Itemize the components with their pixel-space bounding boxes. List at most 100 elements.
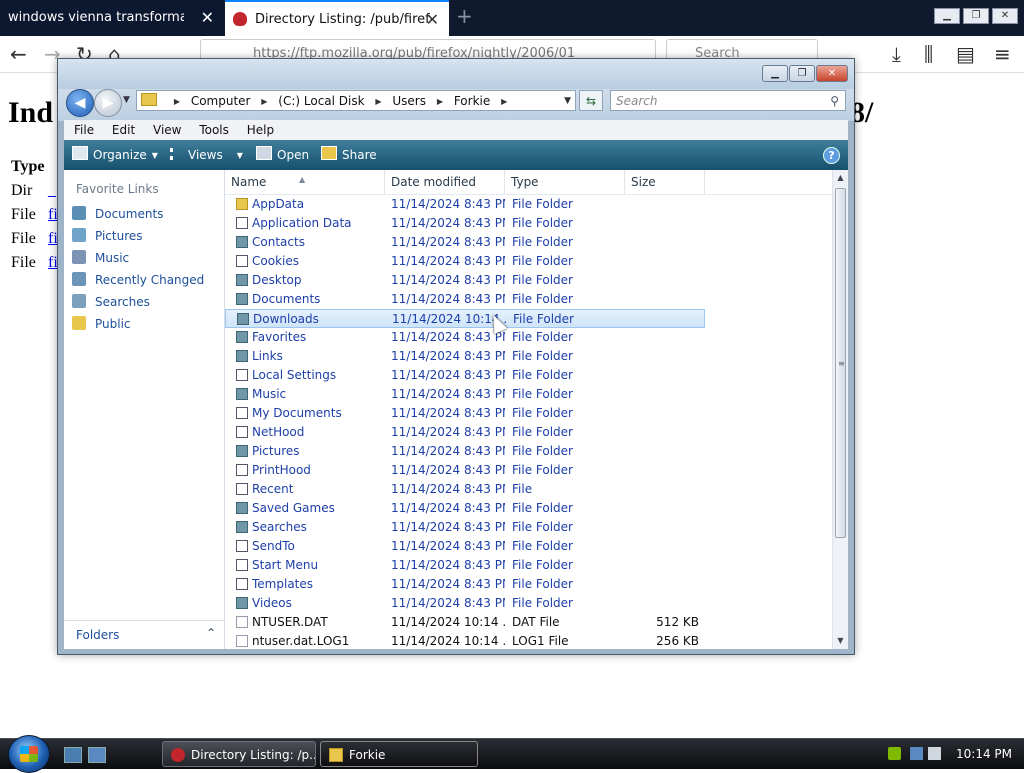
chevron-right-icon[interactable]: ▶ — [261, 91, 267, 110]
close-icon[interactable]: ✕ — [426, 2, 439, 36]
file-row[interactable]: NTUSER.DAT 11/14/2024 10:14 ... DAT File 51… — [225, 613, 833, 632]
menu-tools[interactable]: Tools — [199, 123, 229, 137]
security-icon[interactable] — [888, 747, 901, 760]
menu-view[interactable]: View — [153, 123, 181, 137]
file-row[interactable]: Contacts 11/14/2024 8:43 PM File Folder — [225, 233, 833, 252]
close-icon[interactable]: ✕ — [201, 0, 214, 36]
scroll-down-icon[interactable]: ▼ — [833, 633, 848, 649]
minimize-button[interactable]: ▁ — [762, 65, 788, 82]
file-row[interactable]: Recent 11/14/2024 8:43 PM File — [225, 480, 833, 499]
column-header-type[interactable]: Type — [505, 170, 625, 194]
file-row[interactable]: NetHood 11/14/2024 8:43 PM File Folder — [225, 423, 833, 442]
forward-button[interactable]: ▶ — [94, 89, 122, 117]
hamburger-menu-icon[interactable]: ≡ — [994, 42, 1011, 66]
maximize-button[interactable]: ❐ — [789, 65, 815, 82]
file-row[interactable]: Cookies 11/14/2024 8:43 PM File Folder — [225, 252, 833, 271]
file-date-modified: 11/14/2024 8:43 PM — [391, 349, 505, 363]
nav-item-public[interactable]: Public — [72, 314, 131, 334]
file-row[interactable]: Start Menu 11/14/2024 8:43 PM File Folder — [225, 556, 833, 575]
file-row[interactable]: Templates 11/14/2024 8:43 PM File Folder — [225, 575, 833, 594]
share-button[interactable]: Share — [321, 140, 377, 170]
file-row[interactable]: Downloads 11/14/2024 10:14 ... File Folder — [225, 309, 705, 328]
browser-tab-2[interactable]: Directory Listing: /pub/firefox/nig ✕ — [225, 0, 449, 36]
breadcrumb-users[interactable]: Users — [392, 94, 426, 108]
menu-file[interactable]: File — [74, 123, 94, 137]
chevron-right-icon[interactable]: ▶ — [501, 91, 507, 110]
show-desktop-icon[interactable] — [64, 747, 82, 763]
column-header-name[interactable]: Name ▲ — [225, 170, 385, 194]
close-button[interactable]: ✕ — [816, 65, 848, 82]
scrollbar-thumb[interactable]: ≡ — [835, 188, 846, 538]
breadcrumb-computer[interactable]: Computer — [191, 94, 251, 108]
tab-title: Directory Listing: /pub/firefox/nig — [255, 12, 431, 27]
file-row[interactable]: My Documents 11/14/2024 8:43 PM File Folde… — [225, 404, 833, 423]
browser-tab-1[interactable]: windows vienna transformation pac ✕ — [0, 0, 224, 36]
close-button[interactable]: ✕ — [992, 8, 1018, 24]
explorer-title-bar[interactable]: ▁ ❐ ✕ — [58, 59, 854, 89]
switch-windows-icon[interactable] — [88, 747, 106, 763]
open-button[interactable]: Open — [256, 140, 309, 170]
column-header-size[interactable]: Size — [625, 170, 705, 194]
search-placeholder: Search — [616, 94, 658, 108]
library-icon[interactable]: ⫼ — [924, 42, 933, 66]
nav-item-searches[interactable]: Searches — [72, 292, 150, 312]
file-row[interactable]: Links 11/14/2024 8:43 PM File Folder — [225, 347, 833, 366]
file-row[interactable]: Videos 11/14/2024 8:43 PM File Folder — [225, 594, 833, 613]
scroll-up-icon[interactable]: ▲ — [833, 170, 848, 186]
file-row[interactable]: Pictures 11/14/2024 8:43 PM File Folder — [225, 442, 833, 461]
file-name: Start Menu — [252, 558, 319, 572]
start-button[interactable] — [8, 735, 50, 773]
file-row[interactable]: Searches 11/14/2024 8:43 PM File Folder — [225, 518, 833, 537]
nav-item-music[interactable]: Music — [72, 248, 129, 268]
file-row[interactable]: Local Settings 11/14/2024 8:43 PM File Fol… — [225, 366, 833, 385]
help-button[interactable]: ? — [823, 147, 840, 164]
file-row[interactable]: Desktop 11/14/2024 8:43 PM File Folder — [225, 271, 833, 290]
address-bar[interactable]: ▶ Computer ▶ (C:) Local Disk ▶ Users ▶ F… — [136, 90, 576, 111]
chevron-right-icon[interactable]: ▶ — [174, 91, 180, 110]
taskbar-button-explorer[interactable]: Forkie — [320, 741, 478, 767]
nav-item-recently-changed[interactable]: Recently Changed — [72, 270, 204, 290]
chevron-up-icon[interactable]: ⌃ — [206, 626, 216, 640]
file-row[interactable]: AppData 11/14/2024 8:43 PM File Folder — [225, 195, 833, 214]
back-arrow-icon[interactable]: ← — [10, 42, 27, 66]
nav-item-pictures[interactable]: Pictures — [72, 226, 143, 246]
sidebar-icon[interactable]: ▤ — [956, 42, 975, 66]
chevron-right-icon[interactable]: ▶ — [375, 91, 381, 110]
volume-muted-icon[interactable] — [928, 747, 941, 760]
explorer-search-input[interactable]: Search ⚲ — [610, 90, 846, 111]
file-row[interactable]: Application Data 11/14/2024 8:43 PM File F… — [225, 214, 833, 233]
views-button[interactable]: Views ▼ — [170, 140, 243, 171]
organize-button[interactable]: Organize ▼ — [72, 140, 158, 171]
file-row[interactable]: SendTo 11/14/2024 8:43 PM File Folder — [225, 537, 833, 556]
back-button[interactable]: ◀ — [66, 89, 94, 117]
plus-icon[interactable]: + — [456, 4, 473, 28]
file-row[interactable]: PrintHood 11/14/2024 8:43 PM File Folder — [225, 461, 833, 480]
taskbar-button-browser[interactable]: Directory Listing: /p... — [162, 741, 316, 767]
chevron-right-icon[interactable]: ▶ — [437, 91, 443, 110]
refresh-button[interactable]: ⇆ — [579, 90, 603, 111]
network-icon[interactable] — [910, 747, 923, 760]
column-header-date[interactable]: Date modified — [385, 170, 505, 194]
file-row[interactable]: Favorites 11/14/2024 8:43 PM File Folder — [225, 328, 833, 347]
file-row[interactable]: Documents 11/14/2024 8:43 PM File Folder — [225, 290, 833, 309]
file-row[interactable]: Saved Games 11/14/2024 8:43 PM File Folder — [225, 499, 833, 518]
file-date-modified: 11/14/2024 8:43 PM — [391, 444, 505, 458]
search-icon[interactable]: ⚲ — [830, 91, 839, 112]
file-name: Cookies — [252, 254, 299, 268]
file-row[interactable]: Music 11/14/2024 8:43 PM File Folder — [225, 385, 833, 404]
menu-help[interactable]: Help — [247, 123, 274, 137]
breadcrumb-forkie[interactable]: Forkie — [454, 94, 490, 108]
folders-bar[interactable]: Folders ⌃ — [64, 620, 224, 649]
vertical-scrollbar[interactable]: ▲ ≡ ▼ — [832, 170, 848, 649]
clock[interactable]: 10:14 PM — [956, 739, 1012, 769]
minimize-button[interactable]: ▁ — [934, 8, 960, 24]
file-row[interactable]: ntuser.dat.LOG1 11/14/2024 10:14 ... LOG1 … — [225, 632, 833, 649]
nav-item-documents[interactable]: Documents — [72, 204, 163, 224]
breadcrumb-local-disk[interactable]: (C:) Local Disk — [278, 94, 364, 108]
history-dropdown-icon[interactable]: ▼ — [123, 95, 130, 105]
maximize-button[interactable]: ❐ — [963, 8, 989, 24]
page-row-link[interactable]: _ — [48, 182, 56, 200]
chevron-down-icon[interactable]: ▼ — [564, 91, 571, 110]
menu-edit[interactable]: Edit — [112, 123, 135, 137]
download-icon[interactable]: ⤓ — [892, 42, 901, 66]
